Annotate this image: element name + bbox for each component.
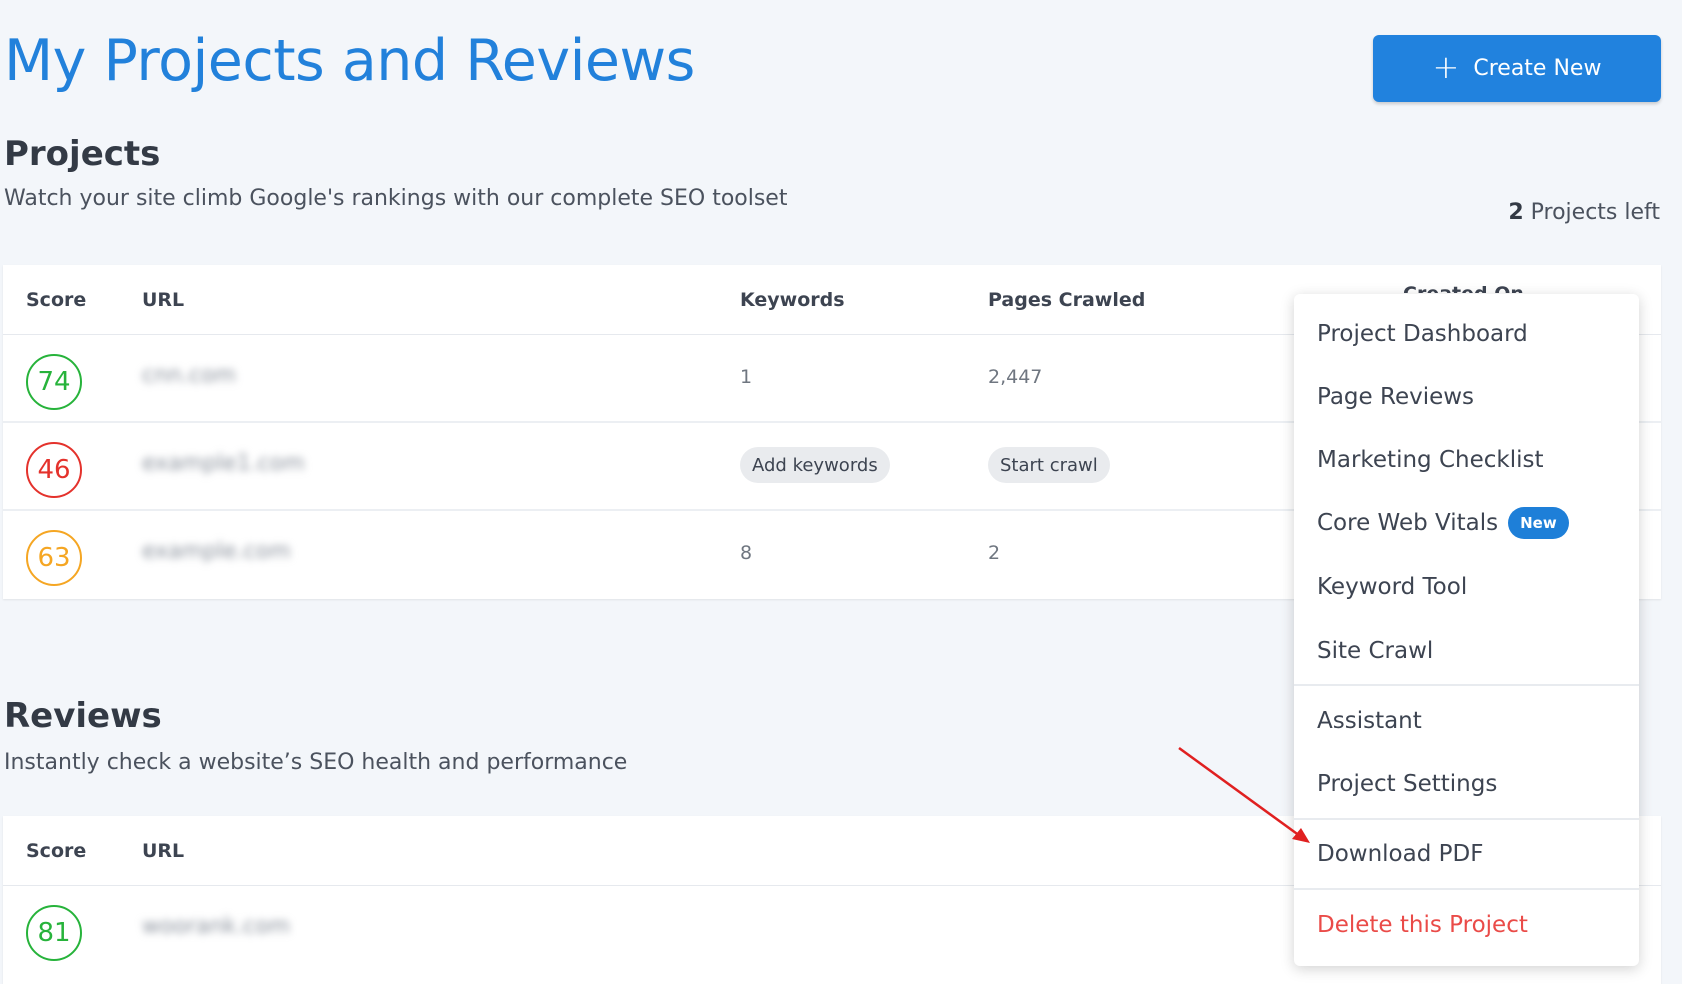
menu-item-page-reviews[interactable]: Page Reviews: [1294, 377, 1639, 417]
start-crawl-button[interactable]: Start crawl: [988, 447, 1110, 483]
pages-crawled-count: 2,447: [988, 366, 1043, 388]
column-header-created-on[interactable]: Created On: [1403, 283, 1524, 293]
menu-item-site-crawl[interactable]: Site Crawl: [1294, 631, 1639, 671]
menu-item-delete-project[interactable]: Delete this Project: [1294, 905, 1639, 945]
plus-icon: +: [1432, 48, 1460, 86]
keywords-count: 8: [740, 542, 753, 564]
column-header-url[interactable]: URL: [142, 289, 184, 311]
projects-left-count: 2: [1508, 200, 1524, 225]
reviews-title: Reviews: [4, 696, 162, 736]
menu-item-marketing-checklist[interactable]: Marketing Checklist: [1294, 440, 1639, 480]
projects-left-counter: 2 Projects left: [1508, 200, 1660, 225]
page: My Projects and Reviews + Create New Pro…: [0, 0, 1682, 984]
score-badge: 63: [26, 530, 82, 586]
column-header-score[interactable]: Score: [26, 840, 86, 862]
page-title: My Projects and Reviews: [4, 28, 695, 94]
new-badge: New: [1508, 507, 1569, 539]
score-badge: 74: [26, 354, 82, 410]
menu-item-project-dashboard[interactable]: Project Dashboard: [1294, 314, 1639, 354]
menu-item-label: Core Web Vitals: [1317, 510, 1499, 536]
menu-item-project-settings[interactable]: Project Settings: [1294, 764, 1639, 804]
menu-divider: [1294, 818, 1639, 820]
projects-left-label: Projects left: [1530, 200, 1660, 225]
menu-divider: [1294, 684, 1639, 686]
keywords-count: 1: [740, 366, 753, 388]
project-url[interactable]: example1.com: [142, 451, 305, 476]
projects-title: Projects: [4, 134, 161, 174]
menu-item-download-pdf[interactable]: Download PDF: [1294, 834, 1639, 874]
menu-item-assistant[interactable]: Assistant: [1294, 701, 1639, 741]
column-header-keywords[interactable]: Keywords: [740, 289, 845, 311]
column-header-score[interactable]: Score: [26, 289, 86, 311]
column-header-pages-crawled[interactable]: Pages Crawled: [988, 289, 1145, 311]
add-keywords-button[interactable]: Add keywords: [740, 447, 890, 483]
project-url[interactable]: cnn.com: [142, 363, 236, 388]
create-new-button[interactable]: + Create New: [1373, 35, 1661, 102]
reviews-subtitle: Instantly check a website’s SEO health a…: [4, 750, 628, 775]
projects-subtitle: Watch your site climb Google's rankings …: [4, 186, 788, 211]
menu-item-keyword-tool[interactable]: Keyword Tool: [1294, 567, 1639, 607]
review-url[interactable]: woorank.com: [142, 914, 290, 939]
menu-item-core-web-vitals[interactable]: Core Web Vitals New: [1294, 503, 1639, 543]
score-badge: 81: [26, 905, 82, 961]
project-actions-menu: Project Dashboard Page Reviews Marketing…: [1294, 294, 1639, 966]
create-new-label: Create New: [1473, 56, 1602, 81]
project-url[interactable]: example.com: [142, 539, 291, 564]
pages-crawled-count: 2: [988, 542, 1001, 564]
column-header-url[interactable]: URL: [142, 840, 184, 862]
score-badge: 46: [26, 442, 82, 498]
menu-divider: [1294, 888, 1639, 890]
